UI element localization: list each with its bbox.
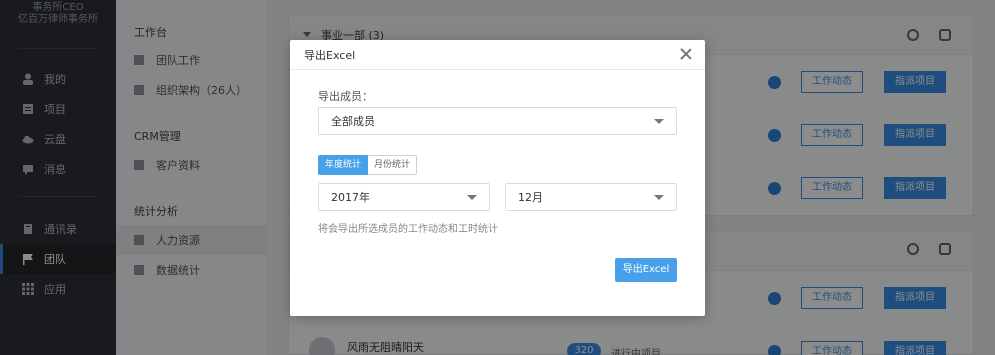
year-select-value: 2017年 bbox=[331, 191, 370, 204]
year-select[interactable]: 2017年 bbox=[318, 183, 490, 211]
export-excel-button[interactable]: 导出Excel bbox=[615, 258, 677, 282]
close-icon[interactable] bbox=[679, 47, 693, 61]
month-select-value: 12月 bbox=[518, 191, 543, 204]
members-label: 导出成员： bbox=[318, 90, 373, 103]
members-select-value: 全部成员 bbox=[331, 115, 375, 128]
stats-type-toggle: 年度统计 月份统计 bbox=[318, 155, 418, 175]
tab-month-stats[interactable]: 月份统计 bbox=[368, 155, 418, 175]
chevron-down-icon bbox=[467, 195, 477, 200]
chevron-down-icon bbox=[654, 195, 664, 200]
export-hint: 将会导出所选成员的工作动态和工时统计 bbox=[318, 224, 498, 235]
month-select[interactable]: 12月 bbox=[505, 183, 677, 211]
dialog-header: 导出Excel bbox=[290, 40, 705, 70]
export-excel-dialog: 导出Excel 导出成员： 全部成员 年度统计 月份统计 2017年 12月 将… bbox=[290, 40, 705, 316]
members-select[interactable]: 全部成员 bbox=[318, 107, 677, 135]
dialog-title: 导出Excel bbox=[304, 48, 356, 62]
tab-year-stats[interactable]: 年度统计 bbox=[318, 155, 369, 175]
chevron-down-icon bbox=[654, 119, 664, 124]
